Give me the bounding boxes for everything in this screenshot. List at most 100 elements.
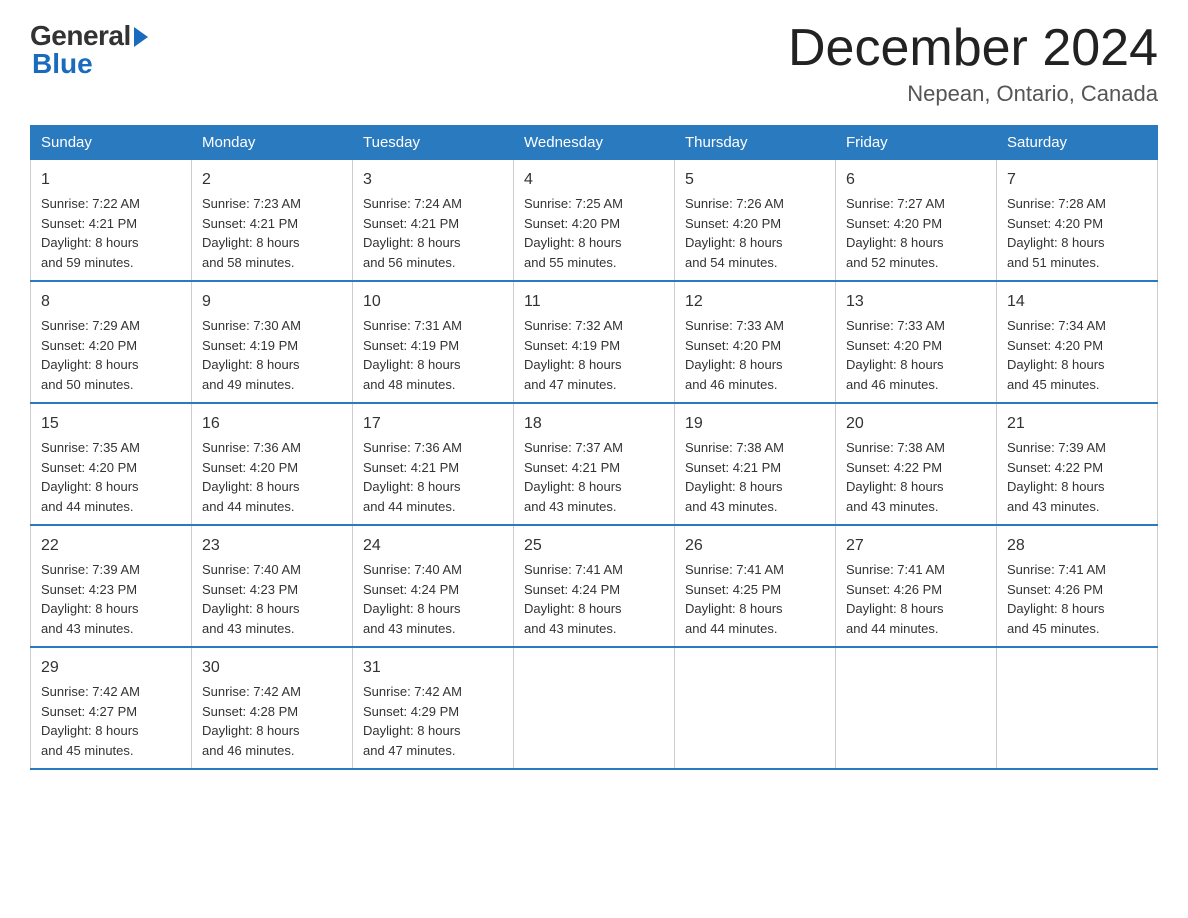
daylight-minutes: and 44 minutes. [41, 499, 134, 514]
day-number: 22 [41, 534, 181, 558]
sunset-label: Sunset: 4:20 PM [202, 460, 298, 475]
calendar-cell: 31 Sunrise: 7:42 AM Sunset: 4:29 PM Dayl… [353, 647, 514, 769]
calendar-cell: 27 Sunrise: 7:41 AM Sunset: 4:26 PM Dayl… [836, 525, 997, 647]
day-number: 24 [363, 534, 503, 558]
header-tuesday: Tuesday [353, 126, 514, 160]
day-number: 10 [363, 290, 503, 314]
daylight-label: Daylight: 8 hours [685, 601, 783, 616]
daylight-minutes: and 54 minutes. [685, 255, 778, 270]
daylight-label: Daylight: 8 hours [41, 723, 139, 738]
daylight-label: Daylight: 8 hours [1007, 601, 1105, 616]
day-number: 18 [524, 412, 664, 436]
day-number: 27 [846, 534, 986, 558]
daylight-label: Daylight: 8 hours [685, 357, 783, 372]
calendar-header-row: SundayMondayTuesdayWednesdayThursdayFrid… [31, 126, 1158, 160]
sunset-label: Sunset: 4:21 PM [363, 460, 459, 475]
daylight-minutes: and 49 minutes. [202, 377, 295, 392]
sunrise-label: Sunrise: 7:40 AM [202, 562, 301, 577]
sunrise-label: Sunrise: 7:39 AM [1007, 440, 1106, 455]
sunset-label: Sunset: 4:20 PM [41, 460, 137, 475]
daylight-minutes: and 43 minutes. [363, 621, 456, 636]
header-sunday: Sunday [31, 126, 192, 160]
sunset-label: Sunset: 4:20 PM [524, 216, 620, 231]
calendar-cell: 30 Sunrise: 7:42 AM Sunset: 4:28 PM Dayl… [192, 647, 353, 769]
daylight-minutes: and 43 minutes. [524, 621, 617, 636]
day-number: 11 [524, 290, 664, 314]
sunrise-label: Sunrise: 7:22 AM [41, 196, 140, 211]
sunrise-label: Sunrise: 7:41 AM [685, 562, 784, 577]
daylight-minutes: and 51 minutes. [1007, 255, 1100, 270]
daylight-minutes: and 44 minutes. [202, 499, 295, 514]
daylight-minutes: and 47 minutes. [363, 743, 456, 758]
sunrise-label: Sunrise: 7:32 AM [524, 318, 623, 333]
daylight-label: Daylight: 8 hours [524, 235, 622, 250]
calendar-cell [675, 647, 836, 769]
daylight-label: Daylight: 8 hours [41, 601, 139, 616]
calendar-cell: 6 Sunrise: 7:27 AM Sunset: 4:20 PM Dayli… [836, 160, 997, 282]
sunrise-label: Sunrise: 7:33 AM [846, 318, 945, 333]
daylight-minutes: and 43 minutes. [524, 499, 617, 514]
day-number: 28 [1007, 534, 1147, 558]
sunset-label: Sunset: 4:22 PM [846, 460, 942, 475]
daylight-label: Daylight: 8 hours [846, 601, 944, 616]
sunset-label: Sunset: 4:22 PM [1007, 460, 1103, 475]
sunrise-label: Sunrise: 7:27 AM [846, 196, 945, 211]
week-row-4: 22 Sunrise: 7:39 AM Sunset: 4:23 PM Dayl… [31, 525, 1158, 647]
day-number: 6 [846, 168, 986, 192]
day-number: 4 [524, 168, 664, 192]
sunset-label: Sunset: 4:24 PM [363, 582, 459, 597]
sunrise-label: Sunrise: 7:42 AM [202, 684, 301, 699]
day-number: 23 [202, 534, 342, 558]
daylight-label: Daylight: 8 hours [846, 235, 944, 250]
sunset-label: Sunset: 4:27 PM [41, 704, 137, 719]
daylight-label: Daylight: 8 hours [524, 357, 622, 372]
calendar-cell: 5 Sunrise: 7:26 AM Sunset: 4:20 PM Dayli… [675, 160, 836, 282]
day-number: 17 [363, 412, 503, 436]
logo: General Blue [30, 20, 148, 80]
daylight-label: Daylight: 8 hours [685, 235, 783, 250]
calendar-cell: 3 Sunrise: 7:24 AM Sunset: 4:21 PM Dayli… [353, 160, 514, 282]
daylight-label: Daylight: 8 hours [363, 723, 461, 738]
sunset-label: Sunset: 4:23 PM [202, 582, 298, 597]
sunset-label: Sunset: 4:29 PM [363, 704, 459, 719]
sunrise-label: Sunrise: 7:35 AM [41, 440, 140, 455]
daylight-minutes: and 43 minutes. [846, 499, 939, 514]
daylight-minutes: and 43 minutes. [41, 621, 134, 636]
daylight-minutes: and 59 minutes. [41, 255, 134, 270]
daylight-minutes: and 44 minutes. [363, 499, 456, 514]
daylight-label: Daylight: 8 hours [202, 601, 300, 616]
sunset-label: Sunset: 4:21 PM [685, 460, 781, 475]
sunrise-label: Sunrise: 7:33 AM [685, 318, 784, 333]
calendar-cell: 28 Sunrise: 7:41 AM Sunset: 4:26 PM Dayl… [997, 525, 1158, 647]
day-number: 26 [685, 534, 825, 558]
week-row-2: 8 Sunrise: 7:29 AM Sunset: 4:20 PM Dayli… [31, 281, 1158, 403]
daylight-label: Daylight: 8 hours [202, 723, 300, 738]
daylight-label: Daylight: 8 hours [41, 235, 139, 250]
sunrise-label: Sunrise: 7:23 AM [202, 196, 301, 211]
sunset-label: Sunset: 4:20 PM [846, 338, 942, 353]
sunrise-label: Sunrise: 7:31 AM [363, 318, 462, 333]
day-number: 7 [1007, 168, 1147, 192]
calendar-cell: 9 Sunrise: 7:30 AM Sunset: 4:19 PM Dayli… [192, 281, 353, 403]
calendar-cell: 18 Sunrise: 7:37 AM Sunset: 4:21 PM Dayl… [514, 403, 675, 525]
day-number: 15 [41, 412, 181, 436]
calendar-cell: 10 Sunrise: 7:31 AM Sunset: 4:19 PM Dayl… [353, 281, 514, 403]
daylight-label: Daylight: 8 hours [524, 479, 622, 494]
sunrise-label: Sunrise: 7:41 AM [846, 562, 945, 577]
sunset-label: Sunset: 4:19 PM [202, 338, 298, 353]
sunset-label: Sunset: 4:21 PM [202, 216, 298, 231]
daylight-label: Daylight: 8 hours [202, 357, 300, 372]
sunrise-label: Sunrise: 7:38 AM [685, 440, 784, 455]
header-friday: Friday [836, 126, 997, 160]
daylight-label: Daylight: 8 hours [1007, 235, 1105, 250]
calendar-cell: 8 Sunrise: 7:29 AM Sunset: 4:20 PM Dayli… [31, 281, 192, 403]
calendar-cell: 21 Sunrise: 7:39 AM Sunset: 4:22 PM Dayl… [997, 403, 1158, 525]
calendar-cell: 22 Sunrise: 7:39 AM Sunset: 4:23 PM Dayl… [31, 525, 192, 647]
day-number: 21 [1007, 412, 1147, 436]
day-number: 2 [202, 168, 342, 192]
daylight-label: Daylight: 8 hours [363, 235, 461, 250]
sunrise-label: Sunrise: 7:36 AM [363, 440, 462, 455]
daylight-minutes: and 44 minutes. [685, 621, 778, 636]
daylight-minutes: and 45 minutes. [1007, 377, 1100, 392]
sunset-label: Sunset: 4:26 PM [1007, 582, 1103, 597]
